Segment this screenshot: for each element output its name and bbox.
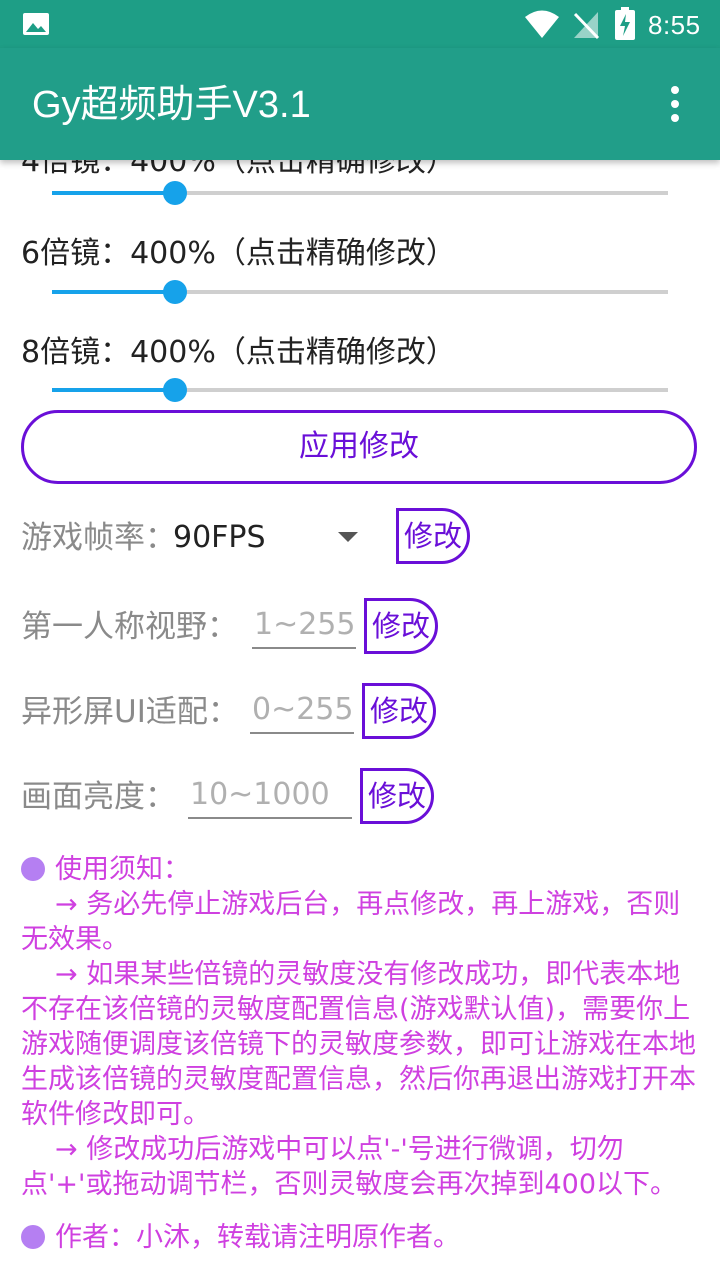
scope-4x-slider[interactable] bbox=[52, 178, 668, 208]
bullet-dot-icon bbox=[21, 857, 45, 881]
status-bar: 8:55 bbox=[0, 0, 720, 48]
fps-select[interactable]: 90FPS bbox=[173, 518, 266, 558]
more-options-icon[interactable] bbox=[660, 82, 690, 126]
apply-button[interactable]: 应用修改 bbox=[21, 410, 697, 484]
fov-input[interactable]: 1~255 bbox=[252, 605, 356, 649]
image-notification-icon bbox=[23, 13, 49, 35]
note-item: → 修改成功后游戏中可以点'-'号进行微调，切勿点'+'或拖动调节栏，否则灵敏度… bbox=[21, 1134, 678, 1200]
slider-thumb[interactable] bbox=[163, 378, 188, 402]
no-signal-icon bbox=[573, 12, 600, 40]
slider-thumb[interactable] bbox=[163, 181, 188, 205]
note-item: → 务必先停止游戏后台，再点修改，再上游戏，否则无效果。 bbox=[21, 889, 681, 955]
wifi-icon bbox=[525, 10, 559, 38]
main-content: 4倍镜：400%（点击精确修改） 6倍镜：400%（点击精确修改） 8倍镜：40… bbox=[0, 160, 720, 1280]
brightness-modify-button[interactable]: 修改 bbox=[360, 768, 434, 824]
scope-8x-slider[interactable] bbox=[52, 375, 668, 405]
note-item: → 如果某些倍镜的灵敏度没有修改成功，即代表本地不存在该倍镜的灵敏度配置信息(游… bbox=[21, 959, 696, 1130]
scope-6x-label[interactable]: 6倍镜：400%（点击精确修改） bbox=[21, 234, 456, 274]
slider-thumb[interactable] bbox=[163, 280, 188, 304]
app-title: Gy超频助手V3.1 bbox=[32, 84, 311, 126]
fps-label: 游戏帧率： bbox=[21, 520, 176, 556]
usage-notes: 使用须知： → 务必先停止游戏后台，再点修改，再上游戏，否则无效果。 → 如果某… bbox=[21, 852, 703, 1202]
notes-heading: 使用须知： bbox=[55, 854, 190, 885]
battery-charging-icon bbox=[615, 7, 635, 40]
app-bar: Gy超频助手V3.1 bbox=[0, 48, 720, 160]
scope-6x-slider[interactable] bbox=[52, 277, 668, 307]
fov-label: 第一人称视野： bbox=[21, 609, 238, 645]
fov-modify-button[interactable]: 修改 bbox=[364, 598, 438, 654]
dropdown-arrow-icon[interactable] bbox=[338, 532, 358, 542]
notch-label: 异形屏UI适配： bbox=[21, 694, 239, 730]
notch-modify-button[interactable]: 修改 bbox=[362, 683, 436, 739]
author-text: 作者：小沐，转载请注明原作者。 bbox=[55, 1222, 460, 1253]
brightness-label: 画面亮度： bbox=[21, 779, 176, 815]
bullet-dot-icon bbox=[21, 1225, 45, 1249]
notch-input[interactable]: 0~255 bbox=[250, 690, 354, 734]
brightness-input[interactable]: 10~1000 bbox=[188, 775, 352, 819]
clock: 8:55 bbox=[648, 10, 701, 40]
scope-8x-label[interactable]: 8倍镜：400%（点击精确修改） bbox=[21, 333, 456, 373]
author-note: 作者：小沐，转载请注明原作者。 bbox=[21, 1218, 460, 1258]
fps-modify-button[interactable]: 修改 bbox=[396, 508, 470, 564]
